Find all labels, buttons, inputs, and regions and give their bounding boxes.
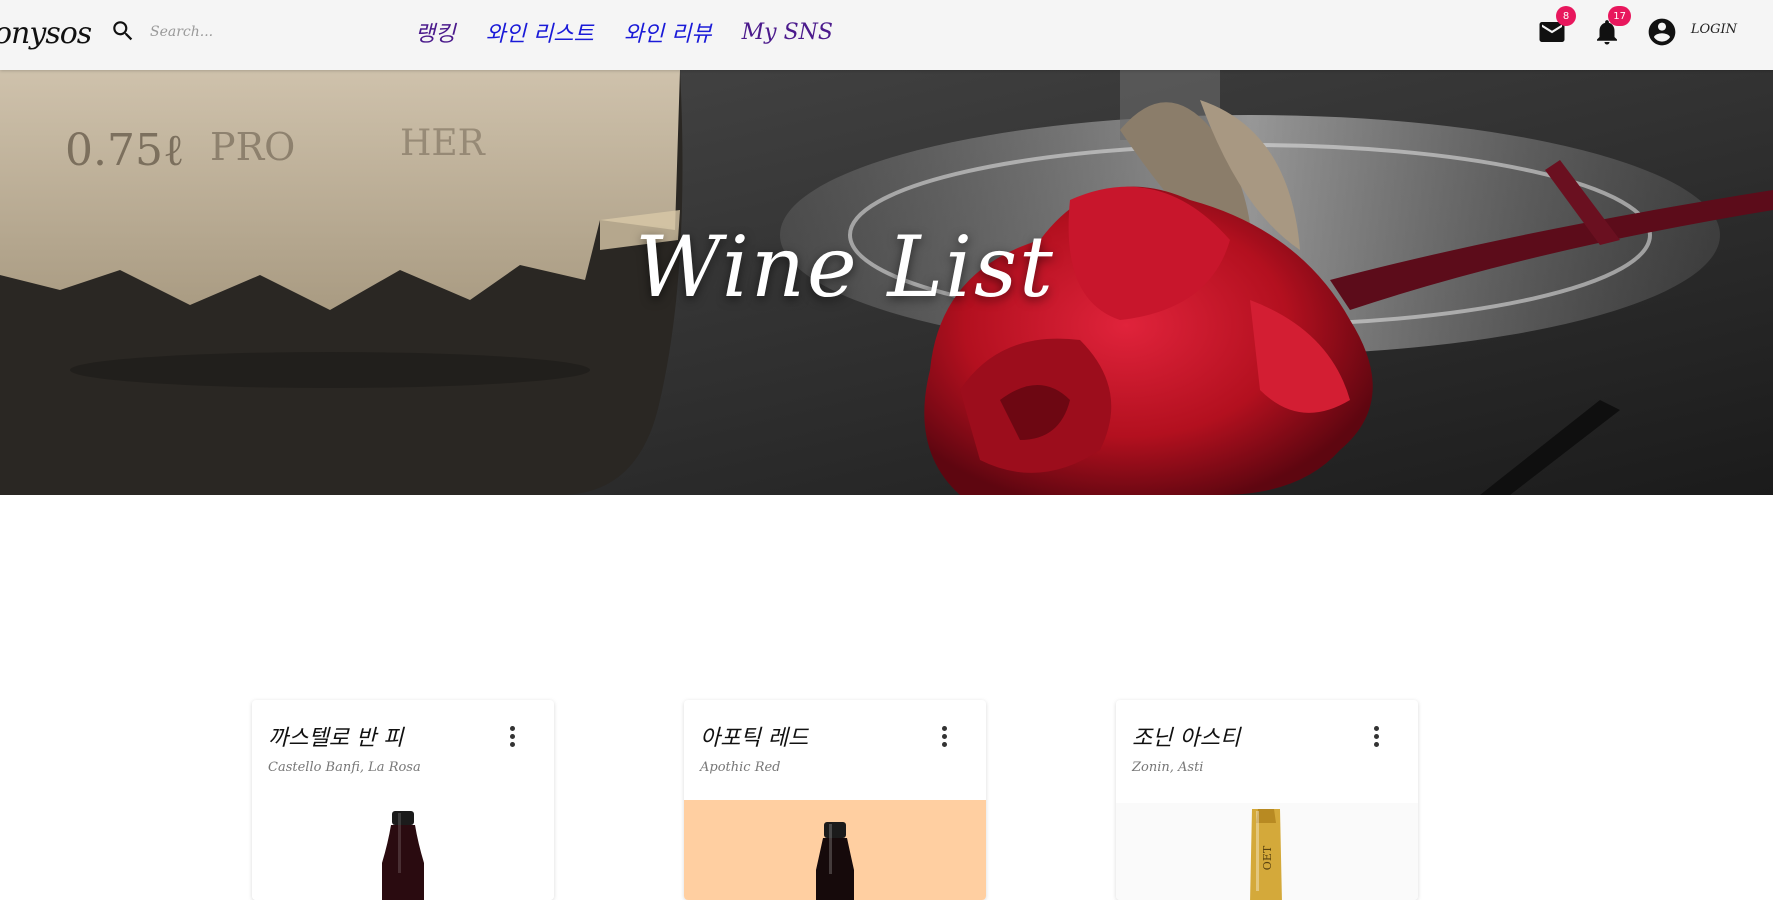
wine-card[interactable]: 아포틱 레드 Apothic Red	[684, 700, 986, 900]
wine-card-title: 까스텔로 반 피	[268, 726, 404, 751]
wine-card[interactable]: 까스텔로 반 피 Castello Banfi, La Rosa	[252, 700, 554, 900]
more-vert-icon[interactable]	[932, 722, 956, 750]
search-input[interactable]	[150, 19, 370, 45]
wine-card-subtitle: Apothic Red	[700, 760, 781, 775]
login-button[interactable]: LOGIN	[1691, 22, 1737, 37]
account-circle-icon	[1648, 18, 1676, 46]
wine-card-subtitle: Castello Banfi, La Rosa	[268, 760, 421, 775]
account-button[interactable]	[1644, 14, 1680, 50]
logo[interactable]: onysos	[0, 16, 92, 51]
app-bar: onysos 랭킹 와인 리스트 와인 리뷰 My SNS 8 17 LOGIN	[0, 0, 1773, 70]
notifications-button[interactable]: 17	[1589, 6, 1631, 50]
nav-wine-list[interactable]: 와인 리스트	[485, 16, 593, 48]
svg-text:PRO: PRO	[210, 125, 295, 169]
wine-bottle-image: OET	[1116, 803, 1418, 900]
svg-text:OET: OET	[1261, 845, 1274, 870]
more-vert-icon[interactable]	[1364, 722, 1388, 750]
wine-card-title: 아포틱 레드	[700, 726, 809, 751]
hero-banner: 0.75ℓ PRO HER Wine List	[0, 70, 1773, 495]
nav-ranking[interactable]: 랭킹	[415, 16, 455, 48]
wine-bottle-image	[684, 800, 986, 900]
mail-button[interactable]: 8	[1534, 6, 1576, 50]
wine-card-title: 조닌 아스티	[1132, 726, 1241, 751]
nav-wine-review[interactable]: 와인 리뷰	[624, 16, 712, 48]
notifications-badge: 17	[1608, 6, 1631, 26]
hero-title: Wine List	[635, 218, 1055, 316]
wine-card[interactable]: 조닌 아스티 Zonin, Asti OET	[1116, 700, 1418, 900]
more-vert-icon[interactable]	[500, 722, 524, 750]
main-nav: 랭킹 와인 리스트 와인 리뷰 My SNS	[415, 14, 863, 50]
search-icon[interactable]	[110, 18, 136, 44]
wine-bottle-image	[252, 803, 554, 900]
wine-card-subtitle: Zonin, Asti	[1132, 760, 1204, 775]
nav-my-sns[interactable]: My SNS	[742, 20, 833, 45]
svg-text:HER: HER	[400, 123, 486, 164]
mail-badge: 8	[1556, 6, 1576, 26]
svg-text:0.75ℓ: 0.75ℓ	[65, 125, 184, 176]
